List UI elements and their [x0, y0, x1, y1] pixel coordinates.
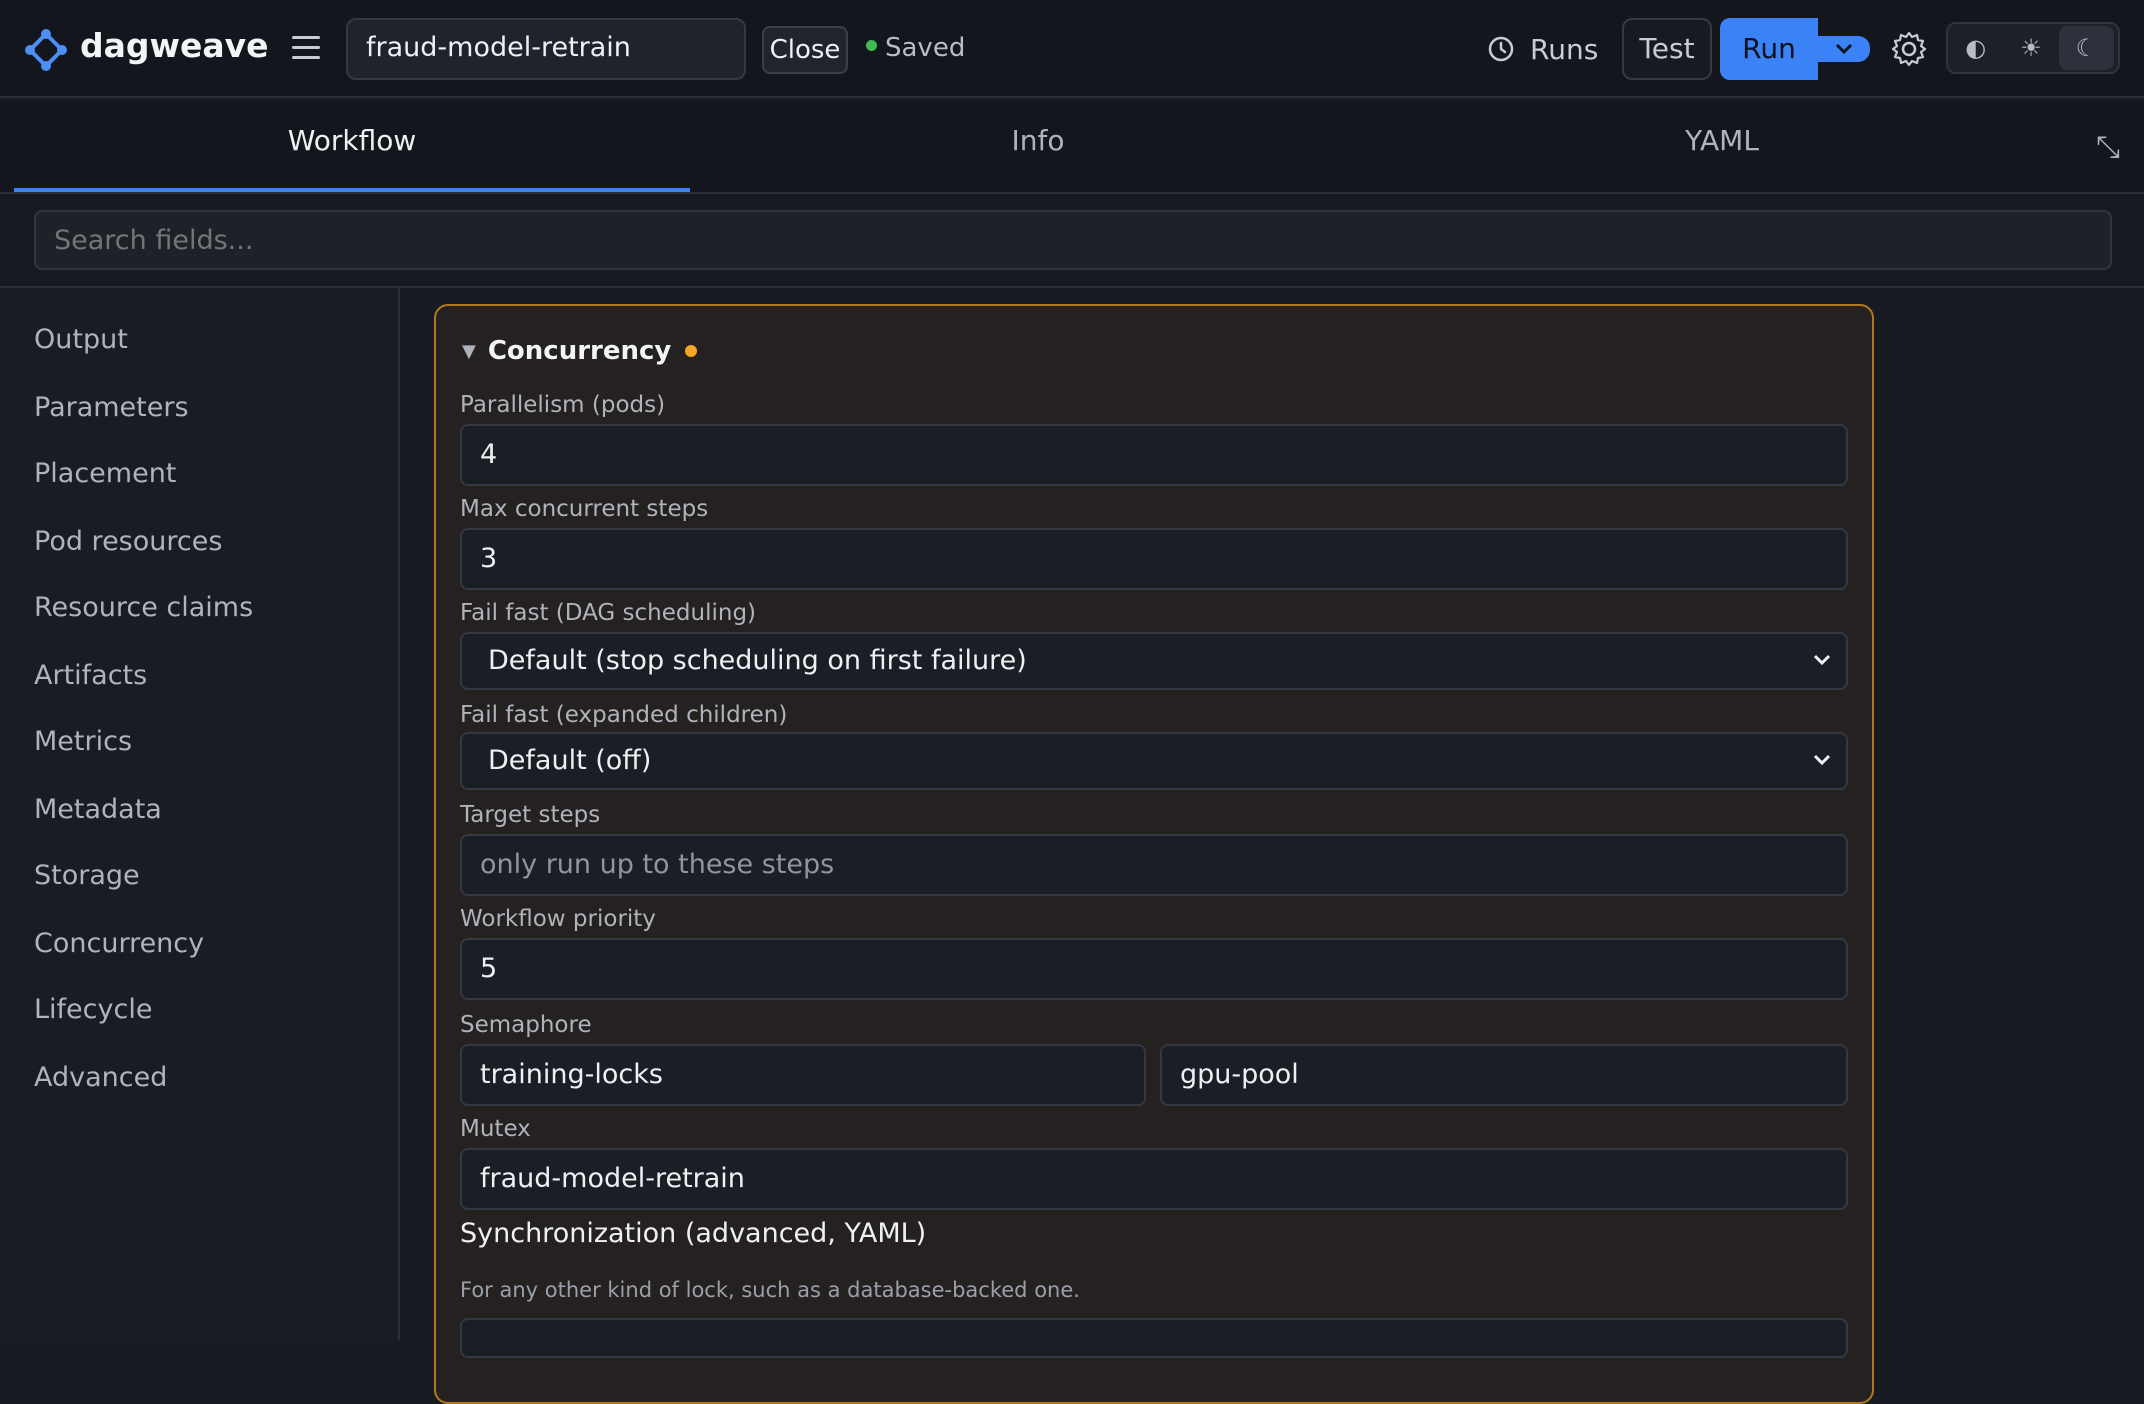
theme-dark-icon[interactable]: ☾ [2058, 26, 2114, 70]
semaphore-key-input[interactable]: gpu-pool [1160, 1044, 1848, 1106]
sidebar-item-storage[interactable]: Storage [34, 860, 140, 891]
section-header[interactable]: ▼ Concurrency [462, 336, 698, 366]
saved-status: Saved [866, 33, 965, 63]
theme-light-icon[interactable]: ☀ [2003, 26, 2058, 70]
concurrency-section: ▼ Concurrency Parallelism (pods) 4 Max c… [434, 304, 1874, 1404]
chevron-down-icon [1813, 754, 1831, 766]
expand-icon[interactable]: ⤡ [2096, 130, 2120, 165]
target-steps-label: Target steps [460, 802, 601, 828]
tab-bar: Workflow Info YAML ⤡ [0, 100, 2144, 194]
sidebar-item-concurrency[interactable]: Concurrency [34, 928, 204, 959]
max-steps-input[interactable]: 3 [460, 528, 1848, 590]
priority-label: Workflow priority [460, 906, 656, 932]
fail-fast-children-select[interactable]: Default (off) [460, 732, 1848, 790]
modified-indicator-dot [685, 345, 698, 357]
sidebar-item-output[interactable]: Output [34, 324, 128, 355]
menu-icon[interactable] [292, 36, 320, 60]
workflow-name-input[interactable]: fraud-model-retrain [346, 18, 746, 80]
main-content: ▼ Concurrency Parallelism (pods) 4 Max c… [402, 288, 2144, 1404]
sidebar-item-parameters[interactable]: Parameters [34, 392, 189, 423]
saved-label: Saved [885, 33, 966, 63]
runs-button[interactable]: Runs [1486, 26, 1598, 72]
collapse-triangle-icon: ▼ [462, 340, 476, 362]
run-options-button[interactable] [1818, 36, 1870, 62]
parallelism-input[interactable]: 4 [460, 424, 1848, 486]
test-button[interactable]: Test [1622, 18, 1712, 80]
sidebar-item-pod-resources[interactable]: Pod resources [34, 526, 222, 557]
dagweave-logo-icon [25, 29, 67, 71]
close-button[interactable]: Close [762, 26, 848, 74]
run-button[interactable]: Run [1720, 18, 1818, 80]
runs-label: Runs [1530, 32, 1599, 66]
fail-fast-dag-value: Default (stop scheduling on first failur… [488, 645, 1027, 676]
max-steps-label: Max concurrent steps [460, 496, 709, 522]
brand-name: dagweave [80, 26, 269, 65]
sync-description: For any other kind of lock, such as a da… [460, 1278, 1080, 1302]
priority-input[interactable]: 5 [460, 938, 1848, 1000]
fail-fast-children-label: Fail fast (expanded children) [460, 702, 788, 728]
mutex-input[interactable]: fraud-model-retrain [460, 1148, 1848, 1210]
settings-gear-icon[interactable] [1890, 30, 1928, 68]
saved-dot-icon [866, 40, 877, 51]
chevron-down-icon [1813, 654, 1831, 666]
tab-workflow[interactable]: Workflow [14, 100, 690, 192]
sidebar-item-lifecycle[interactable]: Lifecycle [34, 994, 152, 1025]
sidebar: Output Parameters Placement Pod resource… [0, 288, 400, 1340]
sync-yaml-editor[interactable] [460, 1318, 1848, 1358]
fail-fast-dag-select[interactable]: Default (stop scheduling on first failur… [460, 632, 1848, 690]
parallelism-label: Parallelism (pods) [460, 392, 666, 418]
fail-fast-children-value: Default (off) [488, 745, 652, 776]
sync-title: Synchronization (advanced, YAML) [460, 1218, 927, 1249]
tab-info[interactable]: Info [700, 100, 1376, 192]
sidebar-item-metrics[interactable]: Metrics [34, 726, 132, 757]
sidebar-item-resource-claims[interactable]: Resource claims [34, 592, 253, 623]
search-bar [0, 194, 2144, 288]
mutex-label: Mutex [460, 1116, 531, 1142]
theme-auto-icon[interactable]: ◐ [1948, 26, 2003, 70]
sidebar-item-artifacts[interactable]: Artifacts [34, 660, 147, 691]
top-bar: dagweave fraud-model-retrain Close Saved… [0, 0, 2144, 98]
theme-switcher: ◐ ☀ ☾ [1946, 22, 2120, 74]
sidebar-item-metadata[interactable]: Metadata [34, 794, 162, 825]
fail-fast-dag-label: Fail fast (DAG scheduling) [460, 600, 757, 626]
semaphore-label: Semaphore [460, 1012, 592, 1038]
chevron-down-icon [1835, 43, 1853, 55]
history-icon [1488, 36, 1514, 62]
section-title: Concurrency [487, 336, 672, 366]
search-fields-input[interactable] [34, 210, 2112, 270]
sidebar-item-advanced[interactable]: Advanced [34, 1062, 167, 1093]
sidebar-item-placement[interactable]: Placement [34, 458, 176, 489]
semaphore-name-input[interactable]: training-locks [460, 1044, 1146, 1106]
tab-yaml[interactable]: YAML [1384, 100, 2060, 192]
target-steps-input[interactable]: only run up to these steps [460, 834, 1848, 896]
